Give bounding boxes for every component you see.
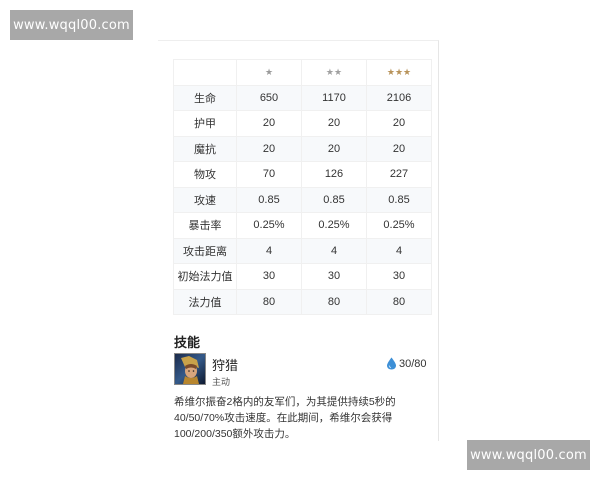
skills-heading: 技能 xyxy=(174,335,201,350)
stat-value: 30 xyxy=(236,263,302,290)
table-row: 生命 650 1170 2106 xyxy=(173,84,432,111)
table-row: 暴击率 0.25% 0.25% 0.25% xyxy=(173,212,432,239)
stat-value: 80 xyxy=(366,288,432,315)
stat-label: 生命 xyxy=(173,84,237,111)
stat-value: 1170 xyxy=(301,84,367,111)
table-row: 护甲 20 20 20 xyxy=(173,110,432,137)
stat-value: 650 xyxy=(236,84,302,111)
stat-label: 魔抗 xyxy=(173,135,237,162)
watermark-top: www.wqql00.com xyxy=(10,10,133,40)
skill-portrait-image xyxy=(175,354,205,384)
star-3-icon: ★★★ xyxy=(386,67,412,78)
stat-label: 攻速 xyxy=(173,186,237,213)
table-row: 魔抗 20 20 20 xyxy=(173,135,432,162)
table-row: 攻速 0.85 0.85 0.85 xyxy=(173,186,432,213)
table-row: 初始法力值 30 30 30 xyxy=(173,263,432,290)
stat-value: 20 xyxy=(236,110,302,137)
mana-value: 30/80 xyxy=(399,357,427,370)
stat-value: 80 xyxy=(236,288,302,315)
table-row: 法力值 80 80 80 xyxy=(173,288,432,315)
stat-label: 护甲 xyxy=(173,110,237,137)
star-2-icon: ★★ xyxy=(325,67,343,78)
stat-value: 20 xyxy=(236,135,302,162)
stat-label: 暴击率 xyxy=(173,212,237,239)
champion-stats-card: ★ ★★ ★★★ 生命 650 1170 2106 护甲 20 20 20 魔抗… xyxy=(158,40,439,441)
stat-value: 0.25% xyxy=(236,212,302,239)
stat-value: 227 xyxy=(366,161,432,188)
stat-value: 20 xyxy=(366,135,432,162)
stat-value: 4 xyxy=(366,237,432,264)
star-1-icon: ★ xyxy=(264,67,274,78)
stat-value: 0.85 xyxy=(366,186,432,213)
skill-portrait-icon[interactable] xyxy=(174,353,206,385)
water-drop-icon xyxy=(387,357,396,370)
stat-value: 0.25% xyxy=(366,212,432,239)
stat-value: 2106 xyxy=(366,84,432,111)
stat-label: 法力值 xyxy=(173,288,237,315)
skill-type: 主动 xyxy=(212,377,231,387)
stat-value: 20 xyxy=(366,110,432,137)
table-row: 物攻 70 126 227 xyxy=(173,161,432,188)
stat-value: 20 xyxy=(301,135,367,162)
stat-value: 0.85 xyxy=(236,186,302,213)
stat-value: 70 xyxy=(236,161,302,188)
stat-value: 30 xyxy=(301,263,367,290)
star-3-header: ★★★ xyxy=(366,59,432,86)
stats-table: ★ ★★ ★★★ 生命 650 1170 2106 护甲 20 20 20 魔抗… xyxy=(173,59,432,315)
stat-value: 30 xyxy=(366,263,432,290)
stat-value: 4 xyxy=(301,237,367,264)
stat-value: 126 xyxy=(301,161,367,188)
mana-cost: 30/80 xyxy=(386,357,427,370)
stat-value: 0.25% xyxy=(301,212,367,239)
stat-value: 4 xyxy=(236,237,302,264)
stats-header-row: ★ ★★ ★★★ xyxy=(173,59,432,86)
stat-label: 攻击距离 xyxy=(173,237,237,264)
watermark-bottom: www.wqql00.com xyxy=(467,440,590,470)
stat-value: 20 xyxy=(301,110,367,137)
stat-label: 物攻 xyxy=(173,161,237,188)
skill-name: 狩猎 xyxy=(212,358,239,373)
star-1-header: ★ xyxy=(236,59,302,86)
stats-table-container: ★ ★★ ★★★ 生命 650 1170 2106 护甲 20 20 20 魔抗… xyxy=(173,59,432,315)
table-row: 攻击距离 4 4 4 xyxy=(173,237,432,264)
header-empty-cell xyxy=(173,59,237,86)
skill-description: 希维尔振奋2格内的友军们，为其提供持续5秒的40/50/70%攻击速度。在此期间… xyxy=(174,396,396,440)
stat-value: 80 xyxy=(301,288,367,315)
stat-value: 0.85 xyxy=(301,186,367,213)
stat-label: 初始法力值 xyxy=(173,263,237,290)
star-2-header: ★★ xyxy=(301,59,367,86)
